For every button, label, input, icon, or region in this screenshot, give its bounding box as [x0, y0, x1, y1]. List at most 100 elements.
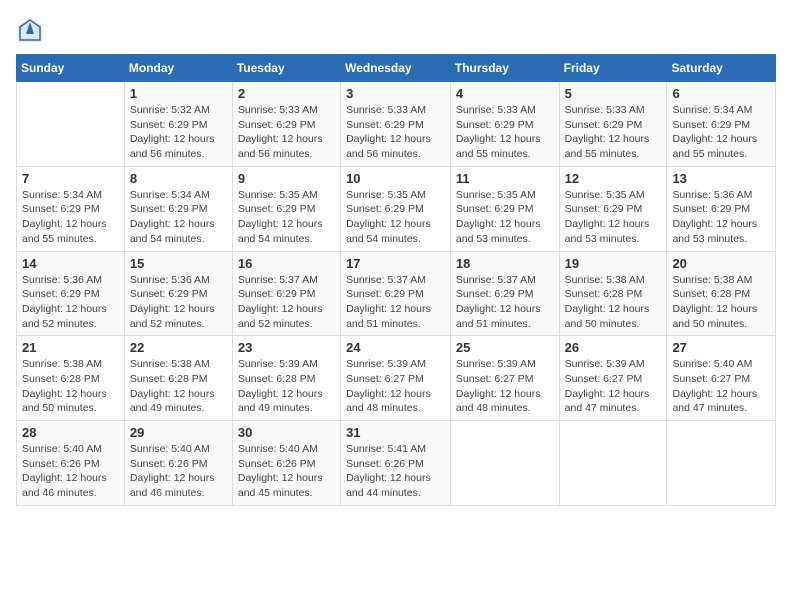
- day-number: 9: [238, 171, 335, 186]
- day-number: 30: [238, 425, 335, 440]
- day-number: 22: [130, 340, 227, 355]
- day-number: 23: [238, 340, 335, 355]
- day-info: Sunrise: 5:38 AM Sunset: 6:28 PM Dayligh…: [672, 273, 770, 332]
- day-info: Sunrise: 5:33 AM Sunset: 6:29 PM Dayligh…: [238, 103, 335, 162]
- column-header-saturday: Saturday: [667, 55, 776, 82]
- logo-icon: [16, 16, 44, 44]
- calendar-cell: 9 Sunrise: 5:35 AM Sunset: 6:29 PM Daylig…: [232, 166, 340, 251]
- day-number: 18: [456, 256, 554, 271]
- day-info: Sunrise: 5:32 AM Sunset: 6:29 PM Dayligh…: [130, 103, 227, 162]
- day-number: 10: [346, 171, 445, 186]
- day-number: 24: [346, 340, 445, 355]
- column-header-sunday: Sunday: [17, 55, 125, 82]
- day-info: Sunrise: 5:41 AM Sunset: 6:26 PM Dayligh…: [346, 442, 445, 501]
- day-number: 27: [672, 340, 770, 355]
- day-info: Sunrise: 5:40 AM Sunset: 6:27 PM Dayligh…: [672, 357, 770, 416]
- day-info: Sunrise: 5:39 AM Sunset: 6:27 PM Dayligh…: [456, 357, 554, 416]
- calendar-cell: 31 Sunrise: 5:41 AM Sunset: 6:26 PM Dayli…: [341, 421, 451, 506]
- calendar-cell: [667, 421, 776, 506]
- calendar-cell: [17, 82, 125, 167]
- calendar-cell: 16 Sunrise: 5:37 AM Sunset: 6:29 PM Dayli…: [232, 251, 340, 336]
- calendar-week-row: 1 Sunrise: 5:32 AM Sunset: 6:29 PM Daylig…: [17, 82, 776, 167]
- day-number: 12: [565, 171, 662, 186]
- calendar-cell: 29 Sunrise: 5:40 AM Sunset: 6:26 PM Dayli…: [124, 421, 232, 506]
- calendar-week-row: 7Sunrise: 5:34 AM Sunset: 6:29 PM Daylig…: [17, 166, 776, 251]
- day-info: Sunrise: 5:35 AM Sunset: 6:29 PM Dayligh…: [456, 188, 554, 247]
- column-header-thursday: Thursday: [450, 55, 559, 82]
- calendar-table: SundayMondayTuesdayWednesdayThursdayFrid…: [16, 54, 776, 506]
- day-info: Sunrise: 5:40 AM Sunset: 6:26 PM Dayligh…: [238, 442, 335, 501]
- day-info: Sunrise: 5:34 AM Sunset: 6:29 PM Dayligh…: [22, 188, 119, 247]
- day-number: 16: [238, 256, 335, 271]
- calendar-cell: 7Sunrise: 5:34 AM Sunset: 6:29 PM Daylig…: [17, 166, 125, 251]
- calendar-cell: 15Sunrise: 5:36 AM Sunset: 6:29 PM Dayli…: [124, 251, 232, 336]
- day-info: Sunrise: 5:34 AM Sunset: 6:29 PM Dayligh…: [130, 188, 227, 247]
- calendar-cell: 12 Sunrise: 5:35 AM Sunset: 6:29 PM Dayli…: [559, 166, 667, 251]
- calendar-cell: 20 Sunrise: 5:38 AM Sunset: 6:28 PM Dayli…: [667, 251, 776, 336]
- calendar-cell: 3Sunrise: 5:33 AM Sunset: 6:29 PM Daylig…: [341, 82, 451, 167]
- day-info: Sunrise: 5:33 AM Sunset: 6:29 PM Dayligh…: [456, 103, 554, 162]
- calendar-header-row: SundayMondayTuesdayWednesdayThursdayFrid…: [17, 55, 776, 82]
- day-info: Sunrise: 5:36 AM Sunset: 6:29 PM Dayligh…: [22, 273, 119, 332]
- day-info: Sunrise: 5:40 AM Sunset: 6:26 PM Dayligh…: [130, 442, 227, 501]
- column-header-friday: Friday: [559, 55, 667, 82]
- day-info: Sunrise: 5:37 AM Sunset: 6:29 PM Dayligh…: [456, 273, 554, 332]
- day-number: 17: [346, 256, 445, 271]
- day-info: Sunrise: 5:33 AM Sunset: 6:29 PM Dayligh…: [565, 103, 662, 162]
- day-info: Sunrise: 5:38 AM Sunset: 6:28 PM Dayligh…: [130, 357, 227, 416]
- day-number: 5: [565, 86, 662, 101]
- day-info: Sunrise: 5:34 AM Sunset: 6:29 PM Dayligh…: [672, 103, 770, 162]
- day-number: 2: [238, 86, 335, 101]
- calendar-cell: 5 Sunrise: 5:33 AM Sunset: 6:29 PM Daylig…: [559, 82, 667, 167]
- day-info: Sunrise: 5:36 AM Sunset: 6:29 PM Dayligh…: [672, 188, 770, 247]
- day-info: Sunrise: 5:39 AM Sunset: 6:27 PM Dayligh…: [346, 357, 445, 416]
- calendar-cell: 13 Sunrise: 5:36 AM Sunset: 6:29 PM Dayli…: [667, 166, 776, 251]
- column-header-tuesday: Tuesday: [232, 55, 340, 82]
- day-info: Sunrise: 5:37 AM Sunset: 6:29 PM Dayligh…: [346, 273, 445, 332]
- day-number: 31: [346, 425, 445, 440]
- day-number: 1: [130, 86, 227, 101]
- calendar-cell: 2 Sunrise: 5:33 AM Sunset: 6:29 PM Daylig…: [232, 82, 340, 167]
- calendar-cell: [559, 421, 667, 506]
- calendar-cell: 24 Sunrise: 5:39 AM Sunset: 6:27 PM Dayli…: [341, 336, 451, 421]
- logo: [16, 16, 48, 44]
- calendar-cell: [450, 421, 559, 506]
- column-header-wednesday: Wednesday: [341, 55, 451, 82]
- calendar-cell: 26 Sunrise: 5:39 AM Sunset: 6:27 PM Dayli…: [559, 336, 667, 421]
- calendar-cell: 28 Sunrise: 5:40 AM Sunset: 6:26 PM Dayli…: [17, 421, 125, 506]
- day-number: 6: [672, 86, 770, 101]
- day-info: Sunrise: 5:36 AM Sunset: 6:29 PM Dayligh…: [130, 273, 227, 332]
- day-number: 29: [130, 425, 227, 440]
- day-number: 20: [672, 256, 770, 271]
- day-number: 13: [672, 171, 770, 186]
- day-info: Sunrise: 5:39 AM Sunset: 6:28 PM Dayligh…: [238, 357, 335, 416]
- day-number: 28: [22, 425, 119, 440]
- calendar-week-row: 14Sunrise: 5:36 AM Sunset: 6:29 PM Dayli…: [17, 251, 776, 336]
- calendar-cell: 27 Sunrise: 5:40 AM Sunset: 6:27 PM Dayli…: [667, 336, 776, 421]
- day-info: Sunrise: 5:39 AM Sunset: 6:27 PM Dayligh…: [565, 357, 662, 416]
- page-header: [16, 16, 776, 44]
- calendar-cell: 18 Sunrise: 5:37 AM Sunset: 6:29 PM Dayli…: [450, 251, 559, 336]
- calendar-cell: 22 Sunrise: 5:38 AM Sunset: 6:28 PM Dayli…: [124, 336, 232, 421]
- day-number: 4: [456, 86, 554, 101]
- calendar-cell: 17 Sunrise: 5:37 AM Sunset: 6:29 PM Dayli…: [341, 251, 451, 336]
- day-info: Sunrise: 5:37 AM Sunset: 6:29 PM Dayligh…: [238, 273, 335, 332]
- calendar-week-row: 21Sunrise: 5:38 AM Sunset: 6:28 PM Dayli…: [17, 336, 776, 421]
- day-info: Sunrise: 5:38 AM Sunset: 6:28 PM Dayligh…: [22, 357, 119, 416]
- day-number: 8: [130, 171, 227, 186]
- day-number: 26: [565, 340, 662, 355]
- calendar-cell: 25 Sunrise: 5:39 AM Sunset: 6:27 PM Dayli…: [450, 336, 559, 421]
- day-info: Sunrise: 5:33 AM Sunset: 6:29 PM Dayligh…: [346, 103, 445, 162]
- day-info: Sunrise: 5:35 AM Sunset: 6:29 PM Dayligh…: [565, 188, 662, 247]
- calendar-cell: 11 Sunrise: 5:35 AM Sunset: 6:29 PM Dayli…: [450, 166, 559, 251]
- calendar-cell: 1 Sunrise: 5:32 AM Sunset: 6:29 PM Daylig…: [124, 82, 232, 167]
- calendar-cell: 14Sunrise: 5:36 AM Sunset: 6:29 PM Dayli…: [17, 251, 125, 336]
- day-info: Sunrise: 5:40 AM Sunset: 6:26 PM Dayligh…: [22, 442, 119, 501]
- calendar-week-row: 28 Sunrise: 5:40 AM Sunset: 6:26 PM Dayli…: [17, 421, 776, 506]
- day-number: 11: [456, 171, 554, 186]
- day-number: 25: [456, 340, 554, 355]
- calendar-cell: 21Sunrise: 5:38 AM Sunset: 6:28 PM Dayli…: [17, 336, 125, 421]
- day-info: Sunrise: 5:35 AM Sunset: 6:29 PM Dayligh…: [346, 188, 445, 247]
- day-number: 19: [565, 256, 662, 271]
- day-info: Sunrise: 5:35 AM Sunset: 6:29 PM Dayligh…: [238, 188, 335, 247]
